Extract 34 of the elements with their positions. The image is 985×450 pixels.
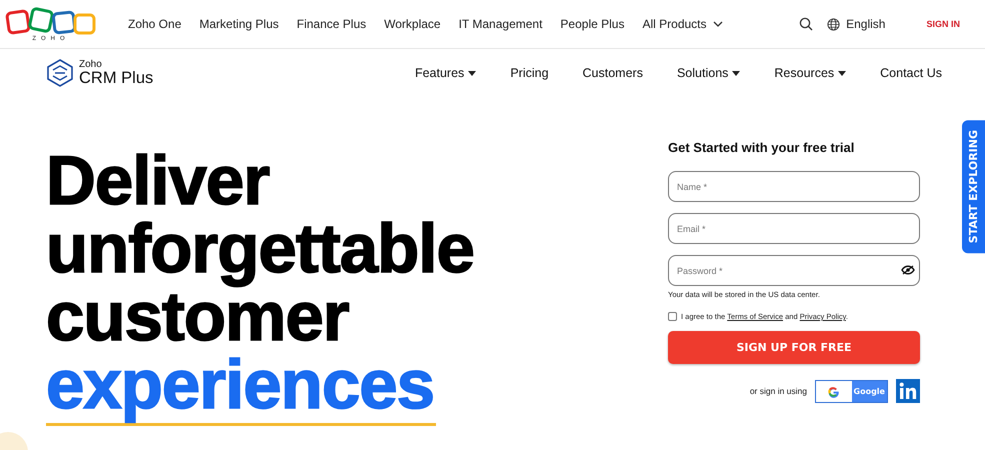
headline-line: Deliver (46, 147, 270, 215)
start-exploring-tab[interactable]: START EXPLORING (962, 120, 985, 254)
menu-link[interactable]: Finance Plus (288, 17, 376, 31)
nav-link[interactable]: Features (414, 66, 476, 80)
menu-link[interactable]: Workplace (375, 17, 450, 31)
highlighted-headline-line: experiences (46, 347, 436, 426)
nav-link[interactable]: Customers (582, 66, 643, 80)
company-name: Zoho (79, 60, 103, 70)
menu-link[interactable]: IT Management (450, 17, 552, 31)
sign-up-button[interactable]: SIGN UP FOR FREE (668, 331, 920, 364)
consent-checkbox[interactable] (668, 312, 677, 321)
input-field[interactable]: Name * (668, 171, 920, 202)
social-sign-in-label: or sign in using (750, 386, 807, 396)
eye-icon[interactable] (901, 265, 915, 275)
product-name: CRM Plus (79, 70, 154, 86)
nav-link[interactable]: Resources (774, 66, 846, 80)
menu-link[interactable]: All Products (633, 17, 732, 31)
menu-link[interactable]: Marketing Plus (190, 17, 288, 31)
menu-link[interactable]: People Plus (551, 17, 634, 31)
nav-link[interactable]: Contact Us (880, 66, 942, 80)
cube-logo-icon[interactable] (46, 58, 74, 88)
search-icon[interactable] (799, 17, 814, 31)
password-field[interactable]: Password * (668, 255, 920, 286)
globe-icon (827, 18, 840, 30)
nav-link[interactable]: Pricing (510, 66, 549, 80)
sign-in-link[interactable]: SIGN IN (917, 19, 969, 29)
menu-link[interactable]: Zoho One (119, 17, 190, 31)
google-sign-in-button[interactable]: Google (815, 380, 888, 402)
input-field[interactable]: Email * (668, 213, 920, 244)
linkedin-icon[interactable] (896, 379, 920, 403)
form-title: Get Started with your free trial (668, 140, 856, 155)
language-selector[interactable]: English (827, 17, 886, 31)
google-icon (827, 384, 840, 398)
nav-link[interactable]: Solutions (676, 66, 740, 80)
